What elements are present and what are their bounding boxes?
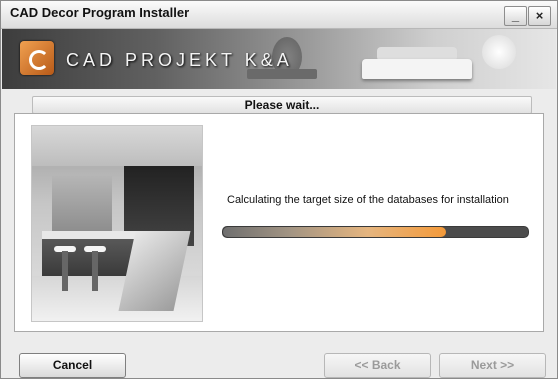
minimize-button[interactable]: _ [504, 6, 527, 26]
next-button[interactable]: Next >> [439, 353, 546, 378]
content-panel: Calculating the target size of the datab… [14, 113, 544, 332]
banner-sofa-graphic [362, 59, 472, 79]
photo-stool-leg [62, 251, 68, 291]
cancel-button[interactable]: Cancel [19, 353, 126, 378]
progress-fill [223, 227, 446, 237]
status-heading: Please wait... [32, 96, 532, 114]
header-banner: CAD PROJEKT K&A [2, 29, 556, 89]
window-title: CAD Decor Program Installer [10, 5, 190, 20]
cad-projekt-logo-icon [20, 41, 54, 75]
progress-bar [222, 226, 529, 238]
photo-stool-leg [92, 251, 98, 291]
back-button[interactable]: << Back [324, 353, 431, 378]
banner-lamp-graphic [482, 35, 516, 69]
brand-name: CAD PROJEKT K&A [66, 50, 293, 70]
kitchen-photo [31, 125, 203, 322]
close-button[interactable]: × [528, 6, 551, 26]
progress-message: Calculating the target size of the datab… [227, 194, 509, 206]
title-bar[interactable]: CAD Decor Program Installer _ × [1, 1, 557, 29]
installer-window: CAD Decor Program Installer _ × CAD PROJ… [0, 0, 558, 379]
photo-wall [52, 176, 112, 231]
photo-ceiling [32, 126, 202, 166]
